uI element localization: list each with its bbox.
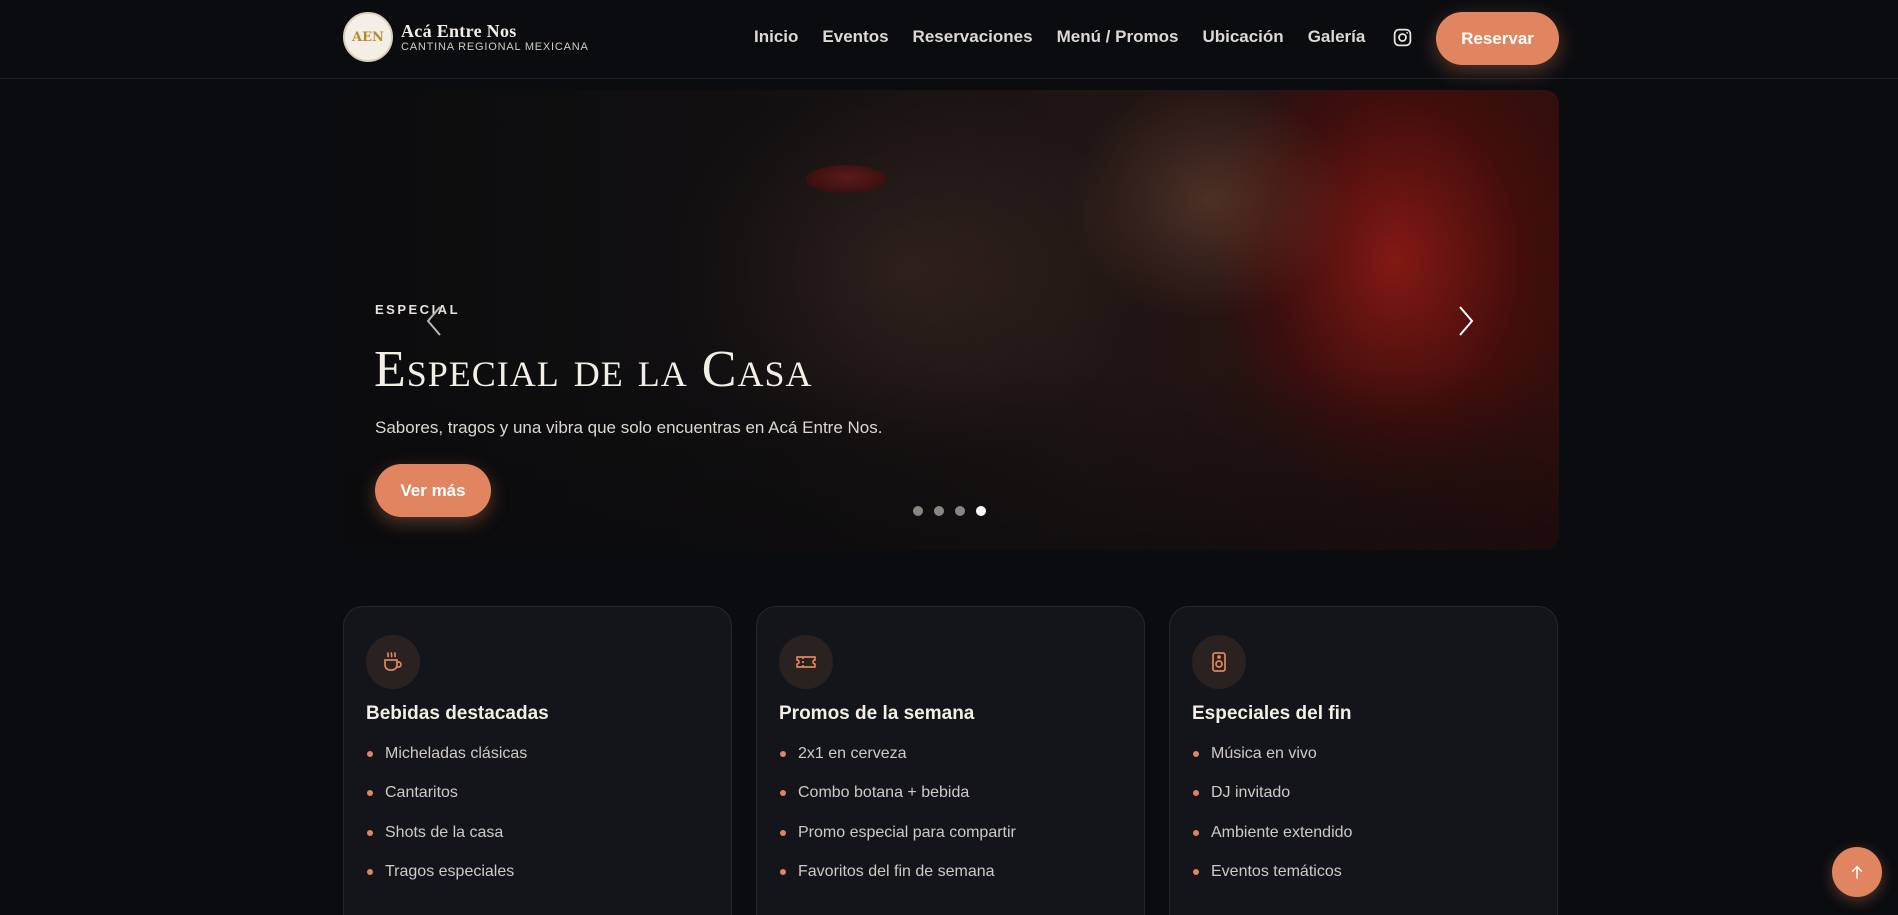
- top-navbar: AEN Acá Entre Nos CANTINA REGIONAL MEXIC…: [0, 0, 1898, 79]
- logo-mark: AEN: [343, 12, 393, 62]
- list-item: Tragos especiales: [366, 861, 527, 900]
- nav-link-inicio[interactable]: Inicio: [754, 25, 798, 49]
- nav-link-menu-promos[interactable]: Menú / Promos: [1057, 25, 1179, 49]
- list-item: Micheladas clásicas: [366, 743, 527, 782]
- slider-dots: [913, 506, 997, 516]
- nav-link-eventos[interactable]: Eventos: [822, 25, 888, 49]
- hero-overlay: [343, 90, 1559, 550]
- list-item: Eventos temáticos: [1192, 861, 1352, 900]
- hero-slider: ESPECIAL Especial de la Casa Sabores, tr…: [343, 90, 1559, 550]
- speaker-icon: [1192, 635, 1246, 689]
- card-list: Música en vivo DJ invitado Ambiente exte…: [1192, 743, 1352, 900]
- reserve-button[interactable]: Reservar: [1436, 12, 1559, 65]
- card-title: Bebidas destacadas: [366, 703, 549, 724]
- hero-eyebrow: ESPECIAL: [375, 302, 461, 317]
- nav-link-ubicacion[interactable]: Ubicación: [1202, 25, 1283, 49]
- list-item: Ambiente extendido: [1192, 822, 1352, 861]
- nav-links: Inicio Eventos Reservaciones Menú / Prom…: [754, 25, 1389, 49]
- chevron-right-icon[interactable]: [1453, 304, 1477, 338]
- card-list: Micheladas clásicas Cantaritos Shots de …: [366, 743, 527, 900]
- arrow-up-icon: [1851, 865, 1863, 879]
- logo-mark-text: AEN: [352, 29, 384, 45]
- list-item: Cantaritos: [366, 782, 527, 821]
- brand-text: Acá Entre Nos CANTINA REGIONAL MEXICANA: [401, 21, 589, 53]
- chevron-left-icon[interactable]: [423, 304, 447, 338]
- slider-dot-1[interactable]: [913, 506, 923, 516]
- hero-title: Especial de la Casa: [374, 341, 813, 398]
- card-especiales: Especiales del fin Música en vivo DJ inv…: [1169, 606, 1558, 915]
- brand-subtitle: CANTINA REGIONAL MEXICANA: [401, 41, 589, 53]
- list-item: Promo especial para compartir: [779, 822, 1016, 861]
- card-promos: Promos de la semana 2x1 en cerveza Combo…: [756, 606, 1145, 915]
- hero-subtitle: Sabores, tragos y una vibra que solo enc…: [375, 418, 883, 437]
- slider-dot-4[interactable]: [976, 506, 986, 516]
- list-item: DJ invitado: [1192, 782, 1352, 821]
- ticket-icon: [779, 635, 833, 689]
- list-item: Combo botana + bebida: [779, 782, 1016, 821]
- nav-link-galeria[interactable]: Galería: [1308, 25, 1366, 49]
- list-item: Favoritos del fin de semana: [779, 861, 1016, 900]
- card-title: Promos de la semana: [779, 703, 975, 724]
- card-bebidas: Bebidas destacadas Micheladas clásicas C…: [343, 606, 732, 915]
- cup-icon: [366, 635, 420, 689]
- brand-name: Acá Entre Nos: [401, 21, 517, 41]
- list-item: Shots de la casa: [366, 822, 527, 861]
- slider-dot-2[interactable]: [934, 506, 944, 516]
- card-list: 2x1 en cerveza Combo botana + bebida Pro…: [779, 743, 1016, 900]
- ver-mas-button[interactable]: Ver más: [375, 464, 491, 517]
- nav-link-reservaciones[interactable]: Reservaciones: [913, 25, 1033, 49]
- list-item: 2x1 en cerveza: [779, 743, 1016, 782]
- instagram-icon[interactable]: [1392, 27, 1413, 48]
- list-item: Música en vivo: [1192, 743, 1352, 782]
- brand-link[interactable]: AEN Acá Entre Nos CANTINA REGIONAL MEXIC…: [343, 12, 589, 62]
- card-title: Especiales del fin: [1192, 703, 1352, 724]
- slider-dot-3[interactable]: [955, 506, 965, 516]
- scroll-to-top-button[interactable]: [1832, 847, 1882, 897]
